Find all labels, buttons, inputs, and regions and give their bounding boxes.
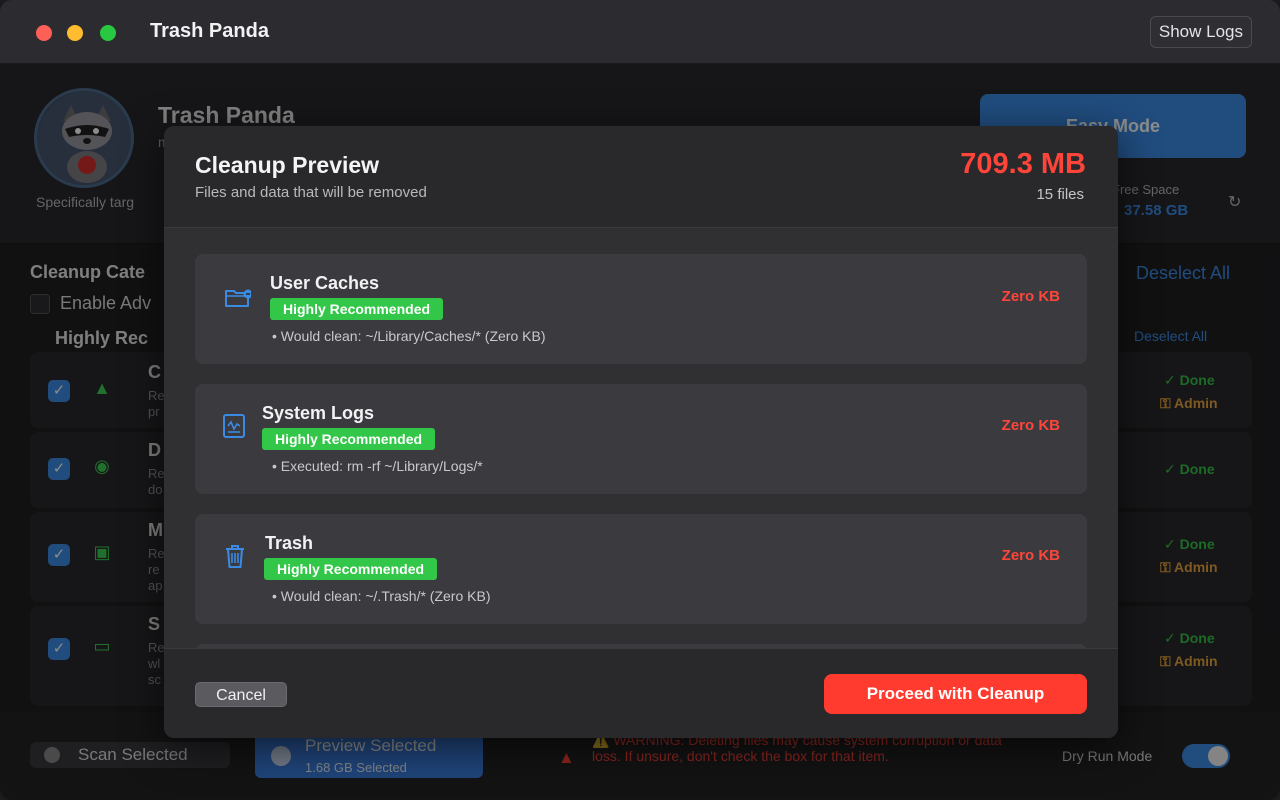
preview-item: User Caches Highly Recommended • Would c…	[195, 254, 1087, 364]
show-logs-button[interactable]: Show Logs	[1149, 16, 1252, 48]
window-title: Trash Panda	[150, 20, 269, 42]
file-count: 15 files	[1036, 186, 1084, 203]
item-detail: • Would clean: ~/Library/Caches/* (Zero …	[272, 328, 546, 344]
proceed-with-cleanup-button[interactable]: Proceed with Cleanup	[824, 674, 1087, 714]
folder-icon	[225, 289, 251, 307]
recommendation-badge: Highly Recommended	[264, 558, 438, 580]
dialog-subtitle: Files and data that will be removed	[195, 184, 427, 201]
preview-item: System Logs Highly Recommended • Execute…	[195, 384, 1087, 494]
item-size: Zero KB	[1001, 547, 1060, 564]
item-detail: • Executed: rm -rf ~/Library/Logs/*	[272, 458, 483, 474]
item-size: Zero KB	[1001, 288, 1060, 305]
trash-icon	[226, 545, 244, 568]
app-window: Trash Panda Show Logs Trash Panda Specif…	[0, 0, 1280, 800]
recommendation-badge: Highly Recommended	[262, 428, 436, 450]
title-bar: Trash Panda Show Logs	[0, 0, 1280, 64]
cancel-button[interactable]: Cancel	[195, 682, 287, 707]
item-name: User Caches	[270, 273, 380, 293]
preview-item: Trash Highly Recommended • Would clean: …	[195, 514, 1087, 624]
item-name: Trash	[265, 533, 314, 553]
close-window-button[interactable]	[36, 25, 52, 41]
log-icon	[223, 414, 245, 438]
zoom-window-button[interactable]	[100, 25, 116, 41]
item-size: Zero KB	[1001, 417, 1060, 434]
preview-list[interactable]: User Caches Highly Recommended • Would c…	[164, 228, 1118, 648]
cleanup-preview-dialog: Cleanup Preview Files and data that will…	[164, 126, 1118, 738]
item-detail: • Would clean: ~/.Trash/* (Zero KB)	[272, 588, 491, 604]
item-name: System Logs	[262, 403, 375, 423]
recommendation-badge: Highly Recommended	[270, 298, 444, 320]
total-size: 709.3 MB	[960, 148, 1086, 180]
dialog-footer: Cancel Proceed with Cleanup	[164, 648, 1118, 738]
dialog-title: Cleanup Preview	[195, 152, 380, 178]
dialog-header: Cleanup Preview Files and data that will…	[164, 126, 1118, 228]
minimize-window-button[interactable]	[67, 25, 83, 41]
